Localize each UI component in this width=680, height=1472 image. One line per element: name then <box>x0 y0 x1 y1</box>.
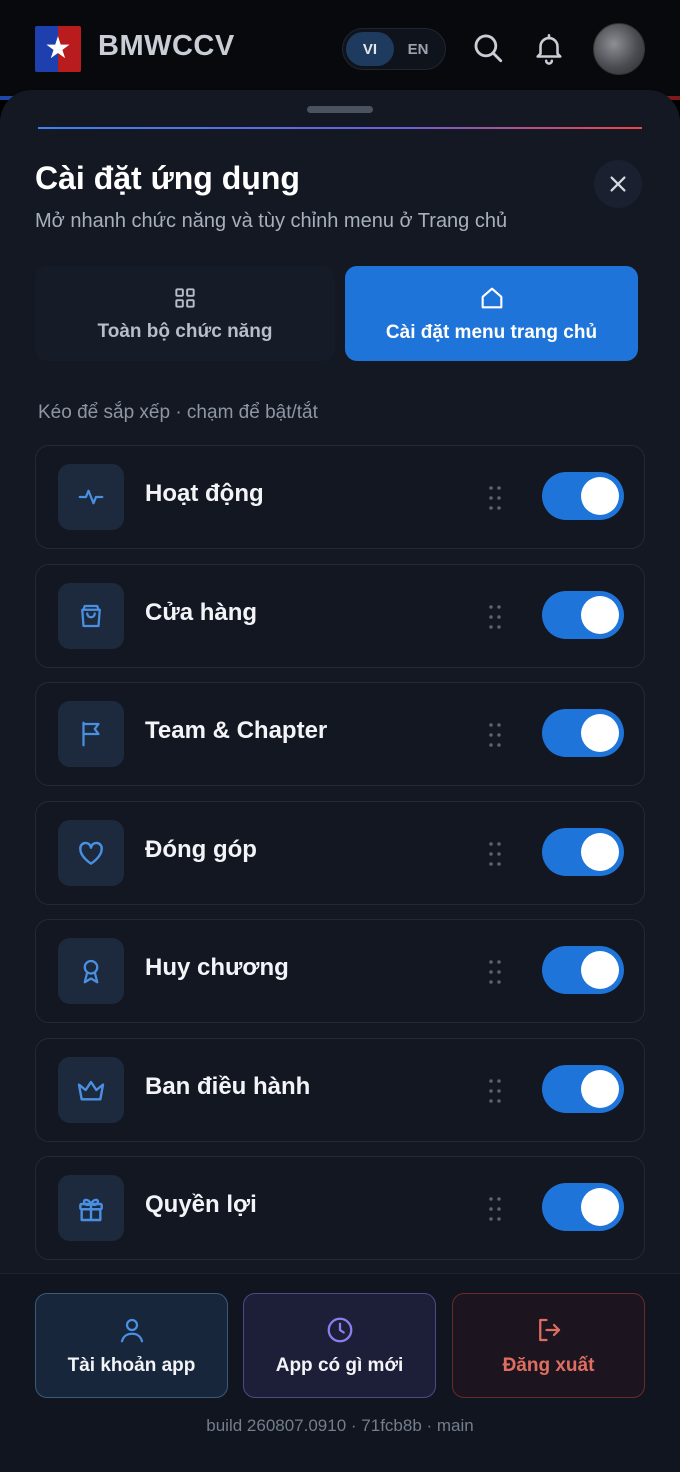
menu-item-icon-box <box>58 820 124 886</box>
settings-sheet: Cài đặt ứng dụng Mở nhanh chức năng và t… <box>0 90 680 1472</box>
gift-icon <box>79 1198 103 1222</box>
logo[interactable]: ★ <box>35 26 81 72</box>
account-button[interactable]: Tài khoản app <box>35 1293 228 1398</box>
menu-item-label: Đóng góp <box>145 836 257 863</box>
menu-item-toggle[interactable] <box>542 828 624 876</box>
menu-item[interactable]: Team & Chapter <box>35 682 645 786</box>
menu-item-label: Ban điều hành <box>145 1073 311 1100</box>
build-info: build 260807.0910 · 71fcb8b · main <box>206 1416 474 1435</box>
menu-item-label: Huy chương <box>145 954 289 981</box>
close-button[interactable] <box>594 160 642 208</box>
menu-item-label: Hoạt động <box>145 480 264 507</box>
menu-item-toggle[interactable] <box>542 946 624 994</box>
menu-item-label: Cửa hàng <box>145 599 258 626</box>
menu-item-toggle[interactable] <box>542 472 624 520</box>
drag-handle-icon[interactable] <box>486 1077 504 1105</box>
logout-button-label: Đăng xuất <box>502 1354 595 1376</box>
drag-handle-icon[interactable] <box>486 721 504 749</box>
menu-item[interactable]: Quyền lợi <box>35 1156 645 1260</box>
whats-new-button-label: App có gì mới <box>275 1354 404 1376</box>
menu-item-toggle[interactable] <box>542 1065 624 1113</box>
close-icon <box>610 176 626 192</box>
drag-handle-icon[interactable] <box>486 603 504 631</box>
tab-home-menu-label: Cài đặt menu trang chủ <box>385 321 598 343</box>
lang-vi-option[interactable]: VI <box>346 32 394 66</box>
menu-item-toggle[interactable] <box>542 1183 624 1231</box>
sheet-accent-line <box>38 127 642 129</box>
grid-icon <box>175 287 195 308</box>
brand-name: BMWCCV <box>98 30 235 62</box>
medal-icon <box>83 959 99 984</box>
lang-en-option[interactable]: EN <box>394 32 442 66</box>
menu-item[interactable]: Huy chương <box>35 919 645 1023</box>
menu-item[interactable]: Hoạt động <box>35 445 645 549</box>
menu-item-icon-box <box>58 1175 124 1241</box>
menu-item[interactable]: Ban điều hành <box>35 1038 645 1142</box>
menu-item-icon-box <box>58 464 124 530</box>
logout-icon <box>538 1318 560 1341</box>
menu-item-toggle[interactable] <box>542 591 624 639</box>
menu-item-label: Team & Chapter <box>145 717 328 744</box>
whats-new-button[interactable]: App có gì mới <box>243 1293 436 1398</box>
menu-item-icon-box <box>58 701 124 767</box>
sheet-footer: Tài khoản app App có gì mới Đăng xuất bu… <box>0 1273 680 1472</box>
sheet-drag-handle[interactable] <box>307 106 373 113</box>
drag-handle-icon[interactable] <box>486 958 504 986</box>
tab-home-menu-settings[interactable]: Cài đặt menu trang chủ <box>345 266 638 361</box>
menu-item-icon-box <box>58 1057 124 1123</box>
reorder-hint: Kéo để sắp xếp · chạm để bật/tắt <box>38 402 318 423</box>
flag-icon <box>82 721 100 747</box>
crown-icon <box>77 1080 105 1101</box>
drag-handle-icon[interactable] <box>486 840 504 868</box>
home-icon <box>481 287 502 308</box>
sheet-subtitle: Mở nhanh chức năng và tùy chỉnh menu ở T… <box>35 210 508 232</box>
menu-item-toggle[interactable] <box>542 709 624 757</box>
shopping-bag-icon <box>81 604 101 628</box>
app-bar: ★ BMWCCV VI EN <box>0 0 680 100</box>
menu-item[interactable]: Cửa hàng <box>35 564 645 668</box>
account-button-label: Tài khoản app <box>67 1354 196 1376</box>
drag-handle-icon[interactable] <box>486 1195 504 1223</box>
drag-handle-icon[interactable] <box>486 484 504 512</box>
search-icon[interactable] <box>470 30 506 66</box>
tab-all-functions[interactable]: Toàn bộ chức năng <box>35 266 335 361</box>
heart-icon <box>79 841 103 865</box>
tab-all-functions-label: Toàn bộ chức năng <box>97 320 273 342</box>
settings-tabs: Toàn bộ chức năng Cài đặt menu trang chủ <box>35 266 645 362</box>
menu-item-icon-box <box>58 938 124 1004</box>
menu-item-icon-box <box>58 583 124 649</box>
menu-item[interactable]: Đóng góp <box>35 801 645 905</box>
avatar[interactable] <box>593 23 645 75</box>
menu-item-label: Quyền lợi <box>145 1191 257 1218</box>
user-icon <box>120 1318 143 1342</box>
sheet-title: Cài đặt ứng dụng <box>35 160 300 196</box>
language-switch[interactable]: VI EN <box>342 28 446 70</box>
logout-button[interactable]: Đăng xuất <box>452 1293 645 1398</box>
clock-icon <box>327 1317 352 1342</box>
bell-icon[interactable] <box>531 30 567 66</box>
activity-icon <box>78 489 104 505</box>
